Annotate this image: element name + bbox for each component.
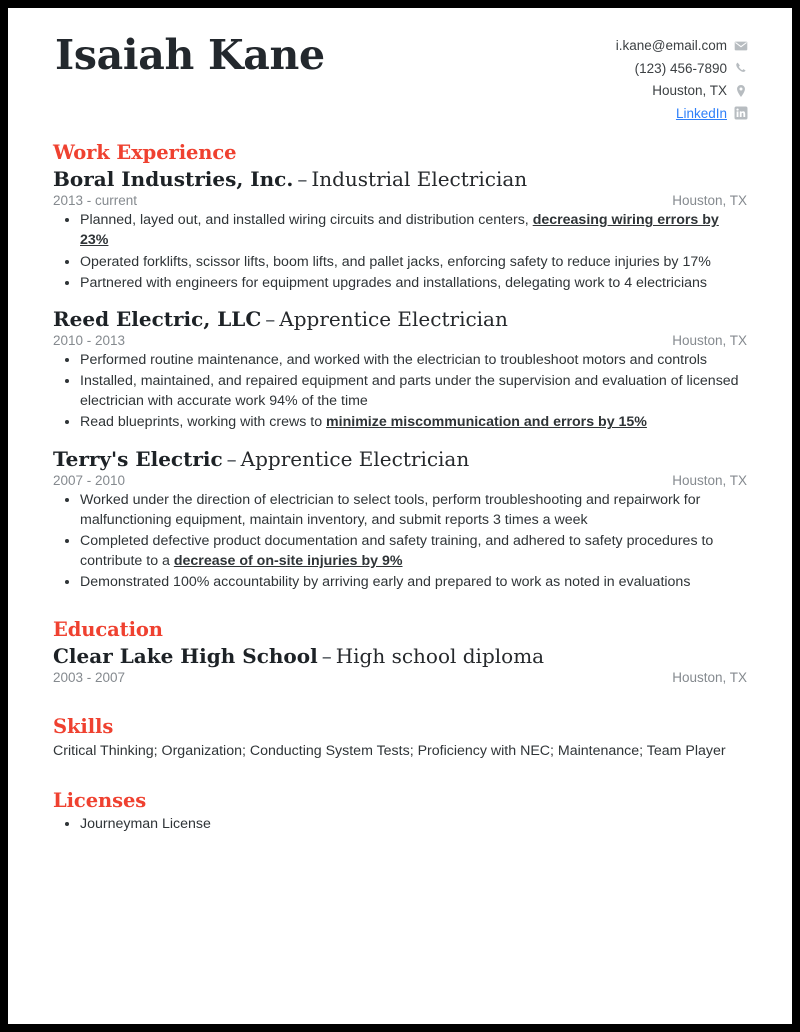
work-bullet: Performed routine maintenance, and worke… [52, 350, 748, 370]
bullet-text: Planned, layed out, and installed wiring… [80, 212, 533, 229]
work-entry: Boral Industries, Inc. – Industrial Electr… [52, 167, 748, 293]
work-entry-meta: 2007 - 2010 Houston, TX [53, 473, 747, 488]
work-entry-meta: 2013 - current Houston, TX [53, 193, 747, 208]
work-bullet: Read blueprints, working with crews to m… [52, 412, 748, 432]
bullet-text: Worked under the direction of electricia… [80, 491, 701, 528]
section-title-licenses: Licenses [53, 789, 147, 813]
education-entry-meta: 2003 - 2007 Houston, TX [53, 670, 747, 685]
job-title: Apprentice Electrician [279, 306, 508, 331]
section-title-education: Education [53, 618, 163, 642]
work-bullet: Planned, layed out, and installed wiring… [52, 210, 748, 250]
envelope-icon [734, 39, 748, 53]
employment-location: Houston, TX [672, 332, 747, 348]
work-bullet: Installed, maintained, and repaired equi… [52, 371, 748, 411]
section-licenses: Licenses Journeyman License [52, 789, 748, 834]
employer-name: Boral Industries, Inc. [53, 167, 294, 192]
section-title-work: Work Experience [53, 141, 237, 165]
work-bullet: Completed defective product documentatio… [52, 531, 748, 571]
section-skills: Skills Critical Thinking; Organization; … [52, 715, 748, 761]
bullet-text: Demonstrated 100% accountability by arri… [80, 574, 691, 591]
school-name: Clear Lake High School [53, 644, 318, 669]
employment-dates: 2010 - 2013 [53, 332, 126, 348]
bullet-text: Read blueprints, working with crews to [80, 414, 327, 431]
work-entry-meta: 2010 - 2013 Houston, TX [53, 333, 747, 348]
email-text: i.kane@email.com [615, 38, 727, 53]
resume-page: Isaiah Kane i.kane@email.com (123) 456-7… [8, 8, 792, 1024]
contact-info-list: i.kane@email.com (123) 456-7890 Houston,… [616, 36, 748, 123]
resume-header: Isaiah Kane i.kane@email.com (123) 456-7… [52, 30, 748, 123]
bullet-text: Partnered with engineers for equipment u… [80, 274, 707, 291]
degree-title: High school diploma [335, 644, 545, 669]
contact-item-phone: (123) 456-7890 [635, 59, 748, 79]
contact-item-location: Houston, TX [652, 81, 748, 101]
skills-text: Critical Thinking; Organization; Conduct… [53, 743, 726, 760]
licenses-list: Journeyman License [52, 814, 748, 834]
work-entry: Reed Electric, LLC – Apprentice Electricia… [52, 307, 748, 433]
job-title: Industrial Electrician [311, 167, 528, 192]
bullet-highlight: minimize miscommunication and errors by … [326, 414, 647, 431]
bullet-text: Operated forklifts, scissor lifts, boom … [80, 253, 711, 270]
work-bullet: Worked under the direction of electricia… [52, 490, 748, 530]
work-bullet: Operated forklifts, scissor lifts, boom … [52, 252, 748, 272]
employment-location: Houston, TX [672, 193, 747, 209]
work-bullet-list: Worked under the direction of electricia… [52, 490, 748, 593]
section-title-skills: Skills [53, 715, 114, 739]
location-pin-icon [734, 84, 748, 98]
employer-name: Terry's Electric [53, 446, 223, 471]
location-text: Houston, TX [652, 83, 727, 99]
phone-text: (123) 456-7890 [634, 60, 727, 76]
job-title: Apprentice Electrician [240, 446, 470, 471]
education-entry-heading: Clear Lake High School – High school diplo… [53, 644, 748, 669]
heading-separator: – [226, 446, 237, 471]
work-bullet-list: Planned, layed out, and installed wiring… [52, 210, 748, 293]
heading-separator: – [297, 167, 308, 192]
contact-item-email: i.kane@email.com [616, 36, 748, 56]
work-bullet: Demonstrated 100% accountability by arri… [52, 572, 748, 592]
bullet-highlight: decrease of on-site injuries by 9% [173, 552, 403, 569]
bullet-text: Installed, maintained, and repaired equi… [80, 373, 739, 410]
linkedin-icon[interactable] [734, 106, 748, 120]
employment-location: Houston, TX [672, 472, 747, 488]
contact-item-linkedin[interactable]: LinkedIn [676, 104, 748, 124]
bullet-text: Performed routine maintenance, and worke… [80, 351, 707, 368]
work-entry-heading: Terry's Electric – Apprentice Electrician [53, 447, 748, 472]
heading-separator: – [321, 644, 332, 669]
employer-name: Reed Electric, LLC [53, 306, 262, 331]
work-bullet-list: Performed routine maintenance, and worke… [52, 350, 748, 433]
work-entry-heading: Reed Electric, LLC – Apprentice Electricia… [53, 307, 748, 332]
education-dates: 2003 - 2007 [53, 670, 126, 686]
heading-separator: – [265, 306, 276, 331]
education-entry: Clear Lake High School – High school diplo… [52, 644, 748, 685]
linkedin-link[interactable]: LinkedIn [676, 104, 727, 124]
section-work-experience: Work Experience Boral Industries, Inc. – I… [52, 141, 748, 592]
phone-icon [734, 61, 748, 75]
work-entry: Terry's Electric – Apprentice Electrician … [52, 447, 748, 593]
education-location: Houston, TX [672, 670, 747, 686]
section-education: Education Clear Lake High School – High sc… [52, 618, 748, 685]
license-item: Journeyman License [52, 814, 748, 834]
candidate-name: Isaiah Kane [55, 31, 325, 79]
employment-dates: 2013 - current [53, 193, 138, 209]
employment-dates: 2007 - 2010 [53, 472, 126, 488]
work-bullet: Partnered with engineers for equipment u… [52, 273, 748, 293]
work-entry-heading: Boral Industries, Inc. – Industrial Electr… [53, 167, 748, 192]
